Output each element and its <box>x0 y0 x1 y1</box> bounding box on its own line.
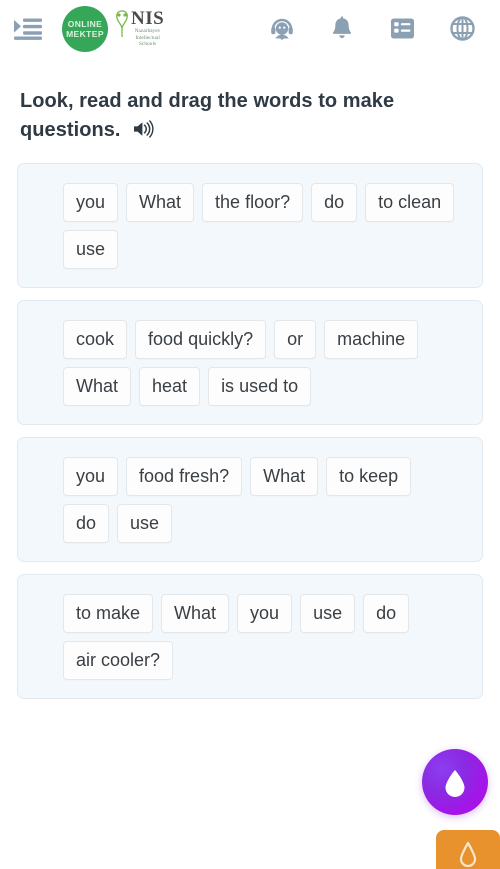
word-tile[interactable]: use <box>63 230 119 269</box>
word-tile[interactable]: heat <box>139 367 201 406</box>
speaker-icon[interactable] <box>133 120 154 138</box>
word-tile[interactable]: machine <box>324 320 419 359</box>
word-tile[interactable]: air cooler? <box>63 641 174 680</box>
word-tile[interactable]: or <box>274 320 317 359</box>
word-tile[interactable]: do <box>363 594 410 633</box>
menu-indent-icon[interactable] <box>8 9 48 49</box>
logo-nis[interactable]: NIS Nazarbayev Intellectual Schools <box>114 9 164 48</box>
alice-assistant-icon[interactable] <box>422 749 488 815</box>
word-tile[interactable]: to make <box>63 594 154 633</box>
alice-triangle-icon[interactable] <box>436 830 500 869</box>
page-root: ONLINE MEKTEP NIS Nazarbayev Intellectua… <box>0 0 500 869</box>
task-instruction: Look, read and drag the words to make qu… <box>20 87 480 145</box>
task-instruction-line1: Look, read and drag the words to make <box>20 90 395 112</box>
word-tile[interactable]: What <box>63 367 132 406</box>
logo-nis-sub-line3: Schools <box>139 41 157 48</box>
word-tile[interactable]: do <box>311 183 358 222</box>
word-tile[interactable]: food fresh? <box>126 457 243 496</box>
header-icon-group <box>268 15 476 43</box>
logo-online-mektep-line2: MEKTEP <box>66 28 104 39</box>
logo-nis-sub-line1: Nazarbayev <box>134 28 161 35</box>
word-tile[interactable]: use <box>117 504 173 543</box>
app-header: ONLINE MEKTEP NIS Nazarbayev Intellectua… <box>0 0 500 57</box>
question-groups: you What the floor? do to clean use cook… <box>17 163 483 699</box>
support-agent-icon[interactable] <box>268 15 296 43</box>
question-group-1[interactable]: you What the floor? do to clean use <box>17 163 483 288</box>
logo-nis-sub-line2: Intellectual <box>135 34 160 41</box>
task-instruction-line2: questions. <box>20 119 121 141</box>
word-tile[interactable]: you <box>63 183 119 222</box>
word-tile[interactable]: to clean <box>365 183 455 222</box>
notifications-bell-icon[interactable] <box>328 15 356 43</box>
word-tile[interactable]: do <box>63 504 110 543</box>
word-tile[interactable]: What <box>250 457 319 496</box>
word-tile[interactable]: What <box>161 594 230 633</box>
word-tile[interactable]: use <box>300 594 356 633</box>
word-tile[interactable]: What <box>126 183 195 222</box>
logo-online-mektep-line1: ONLINE <box>67 18 103 29</box>
word-tile[interactable]: is used to <box>208 367 312 406</box>
question-group-3[interactable]: you food fresh? What to keep do use <box>17 437 483 562</box>
question-group-2[interactable]: cook food quickly? or machine What heat … <box>17 300 483 425</box>
word-tile[interactable]: food quickly? <box>135 320 267 359</box>
logo-nis-main: NIS <box>131 8 165 30</box>
language-globe-icon[interactable] <box>448 15 476 43</box>
logo-online-mektep[interactable]: ONLINE MEKTEP <box>62 5 108 52</box>
nis-leaf-icon <box>116 10 128 38</box>
word-tile[interactable]: the floor? <box>202 183 304 222</box>
question-group-4[interactable]: to make What you use do air cooler? <box>17 574 483 699</box>
word-tile[interactable]: to keep <box>326 457 412 496</box>
word-tile[interactable]: you <box>237 594 293 633</box>
task-list-icon[interactable] <box>388 15 416 43</box>
word-tile[interactable]: you <box>63 457 119 496</box>
word-tile[interactable]: cook <box>63 320 128 359</box>
